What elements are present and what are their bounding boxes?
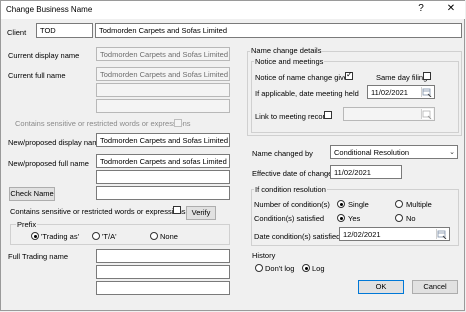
current-sensitive-checkbox — [174, 119, 182, 127]
history-option-dont-log: Don't log — [265, 264, 295, 273]
effective-date-field[interactable]: 11/02/2021 — [330, 165, 402, 179]
satisfied-option-yes: Yes — [348, 214, 361, 223]
calendar-icon[interactable] — [436, 229, 448, 239]
number-radio-single[interactable] — [337, 200, 345, 208]
condition-group-label: If condition resolution — [254, 185, 327, 194]
current-full-line-3 — [96, 99, 230, 113]
current-display-field: Todmorden Carpets and Sofas Limited — [96, 47, 230, 61]
number-radio-multiple[interactable] — [395, 200, 403, 208]
prefix-label: Prefix — [16, 220, 38, 229]
trading-name-line-3[interactable] — [96, 281, 230, 295]
proposed-sensitive-checkbox[interactable] — [173, 206, 181, 214]
cancel-button[interactable]: Cancel — [412, 280, 458, 294]
title-bar: Change Business Name ? ✕ — [1, 1, 465, 19]
prefix-radio-trading-as[interactable] — [31, 232, 39, 240]
number-conditions-label: Number of condition(s) — [254, 200, 330, 209]
prefix-option-none: None — [160, 232, 178, 241]
name-change-details-label: Name change details — [250, 46, 323, 55]
current-full-line-2 — [96, 83, 230, 97]
changed-by-label: Name changed by — [252, 149, 313, 158]
trading-name-line-2[interactable] — [96, 265, 230, 279]
prefix-option-ta: 'T/A' — [102, 232, 117, 241]
notice-meetings-label: Notice and meetings — [254, 57, 325, 66]
number-option-single: Single — [348, 200, 369, 209]
notice-given-label: Notice of name change given — [255, 73, 353, 82]
trading-name-line-1[interactable] — [96, 249, 230, 263]
link-meeting-field — [343, 107, 435, 121]
proposed-full-label: New/proposed full name — [8, 159, 89, 168]
effective-date-label: Effective date of change — [252, 169, 333, 178]
satisfied-option-no: No — [406, 214, 416, 223]
change-business-name-dialog: Change Business Name ? ✕ Client TOD Todm… — [0, 0, 465, 311]
history-radio-dont-log[interactable] — [255, 264, 263, 272]
proposed-full-line-1[interactable]: Todmorden Carpets and sofas Limited — [96, 154, 230, 168]
current-full-line-1: Todmorden Carpets and Sofas Limited — [96, 67, 230, 81]
prefix-option-trading-as: 'Trading as' — [41, 232, 80, 241]
same-day-label: Same day filing — [376, 73, 428, 82]
trading-name-label: Full Trading name — [8, 252, 69, 261]
prefix-radio-ta[interactable] — [92, 232, 100, 240]
proposed-sensitive-label: Contains sensitive or restricted words o… — [10, 207, 186, 216]
chevron-down-icon: ⌄ — [449, 149, 455, 156]
number-option-multiple: Multiple — [406, 200, 432, 209]
date-held-value: 11/02/2021 — [371, 88, 408, 97]
link-meeting-checkbox[interactable] — [324, 111, 332, 119]
proposed-display-field[interactable]: Todmorden Carpets and Sofas Limited — [96, 133, 230, 147]
current-sensitive-label: Contains sensitive or restricted words o… — [15, 119, 191, 128]
condition-date-label: Date condition(s) satisfied — [254, 232, 341, 241]
verify-button[interactable]: Verify — [186, 206, 216, 220]
link-meeting-label: Link to meeting record — [255, 112, 330, 121]
history-radio-log[interactable] — [302, 264, 310, 272]
same-day-checkbox[interactable] — [423, 72, 431, 80]
proposed-display-label: New/proposed display name — [8, 138, 103, 147]
lookup-icon — [421, 109, 433, 119]
client-label: Client — [7, 28, 27, 37]
client-code-field[interactable]: TOD — [36, 23, 93, 38]
prefix-radio-none[interactable] — [150, 232, 158, 240]
satisfied-radio-no[interactable] — [395, 214, 403, 222]
client-name-field[interactable]: Todmorden Carpets and Sofas Limited — [95, 23, 462, 38]
date-held-label: If applicable, date meeting held — [255, 89, 359, 98]
close-button[interactable]: ✕ — [443, 3, 459, 14]
help-button[interactable]: ? — [413, 3, 429, 14]
satisfied-radio-yes[interactable] — [337, 214, 345, 222]
window-title: Change Business Name — [6, 5, 93, 14]
proposed-full-line-3[interactable] — [96, 186, 230, 200]
current-display-label: Current display name — [8, 51, 80, 60]
notice-given-checkbox[interactable] — [345, 70, 353, 80]
changed-by-select[interactable]: Conditional Resolution ⌄ — [330, 145, 458, 159]
condition-date-value: 12/02/2021 — [343, 230, 381, 239]
history-option-log: Log — [312, 264, 325, 273]
calendar-icon[interactable] — [421, 87, 433, 97]
history-label: History — [252, 251, 276, 260]
date-held-field[interactable]: 11/02/2021 — [367, 85, 435, 99]
ok-button[interactable]: OK — [358, 280, 404, 294]
current-full-label: Current full name — [8, 71, 66, 80]
check-name-button[interactable]: Check Name — [9, 187, 55, 201]
proposed-full-line-2[interactable] — [96, 170, 230, 184]
satisfied-label: Condition(s) satisfied — [254, 214, 325, 223]
changed-by-value: Conditional Resolution — [334, 148, 410, 157]
condition-date-field[interactable]: 12/02/2021 — [339, 227, 450, 241]
